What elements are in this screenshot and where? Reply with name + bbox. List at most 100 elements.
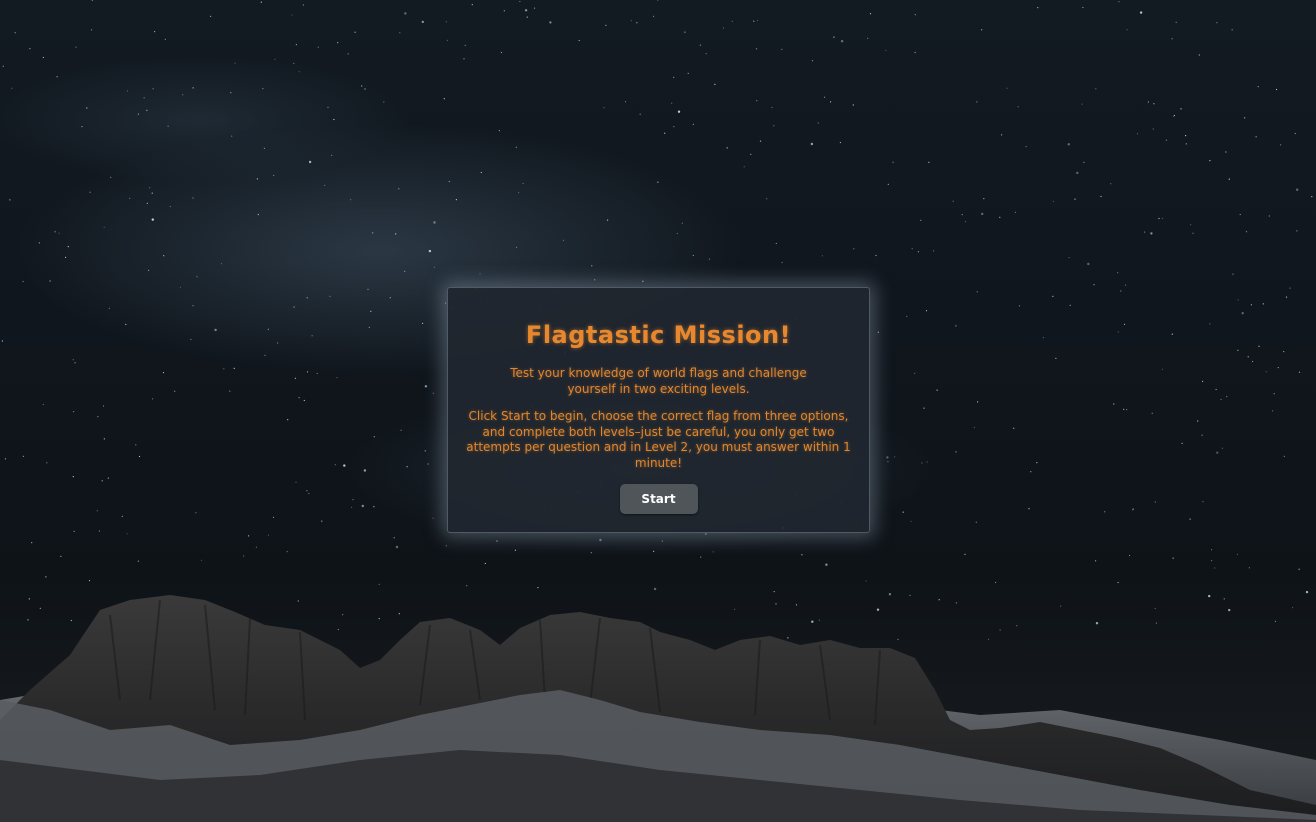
star — [337, 42, 339, 44]
star — [350, 199, 352, 201]
star — [137, 113, 139, 115]
star — [1076, 171, 1079, 175]
star — [126, 90, 129, 92]
star — [537, 587, 539, 589]
star — [1095, 560, 1097, 562]
star — [910, 520, 912, 523]
star — [372, 232, 374, 234]
star — [514, 549, 517, 551]
star — [938, 599, 940, 601]
star — [811, 60, 814, 62]
star — [31, 542, 33, 544]
star — [321, 520, 323, 522]
star — [54, 231, 56, 233]
star — [1083, 161, 1085, 163]
star — [1245, 231, 1248, 233]
star — [1150, 232, 1153, 235]
star — [479, 273, 481, 275]
star — [1250, 304, 1252, 306]
star — [549, 21, 552, 24]
star — [383, 101, 385, 103]
star — [74, 362, 76, 364]
star — [333, 118, 335, 121]
star — [308, 492, 310, 495]
star — [264, 354, 266, 356]
star — [367, 288, 369, 290]
star — [1228, 178, 1230, 180]
star — [230, 92, 232, 94]
star — [363, 469, 367, 472]
star — [267, 328, 269, 330]
star — [839, 141, 842, 144]
star — [393, 537, 395, 539]
star — [192, 305, 194, 307]
star — [1117, 331, 1119, 333]
star — [865, 580, 867, 582]
star — [750, 153, 752, 155]
star — [909, 594, 911, 596]
star — [102, 405, 105, 407]
star — [917, 251, 920, 253]
star — [378, 583, 380, 586]
star — [421, 20, 424, 24]
star — [977, 401, 979, 403]
star — [404, 270, 406, 272]
star — [1052, 200, 1054, 202]
star — [1082, 6, 1084, 9]
star — [200, 559, 203, 561]
star — [39, 607, 41, 609]
star — [1069, 304, 1071, 306]
star — [590, 552, 592, 554]
star — [1162, 217, 1164, 219]
star — [98, 530, 100, 532]
star — [981, 212, 984, 216]
star — [526, 16, 528, 18]
star — [46, 462, 48, 464]
star — [298, 397, 300, 399]
star — [1030, 471, 1032, 473]
star — [1190, 224, 1192, 226]
star — [1171, 333, 1173, 335]
star — [1018, 305, 1021, 307]
star — [955, 451, 957, 453]
star — [1161, 368, 1163, 370]
star — [1271, 410, 1274, 412]
star — [875, 254, 877, 257]
star — [1209, 323, 1211, 325]
star — [830, 101, 832, 103]
star — [1268, 215, 1270, 217]
star — [897, 638, 899, 641]
star — [653, 550, 655, 553]
star — [42, 56, 45, 59]
star — [1236, 553, 1238, 556]
star — [464, 44, 466, 47]
star — [1211, 549, 1213, 551]
star — [757, 19, 759, 22]
star — [1095, 88, 1097, 90]
star — [294, 377, 296, 379]
star — [306, 297, 308, 299]
star — [138, 455, 141, 458]
star — [823, 96, 826, 98]
star — [1087, 262, 1090, 266]
star — [681, 222, 683, 224]
star — [406, 466, 408, 468]
star — [811, 620, 814, 623]
star — [1228, 608, 1231, 612]
star — [260, 1, 262, 3]
star — [657, 0, 659, 1]
star — [361, 85, 363, 87]
start-button[interactable]: Start — [619, 484, 698, 514]
star — [351, 506, 353, 508]
star — [1132, 508, 1134, 510]
star — [70, 619, 72, 622]
intro-text: Test your knowledge of world flags and c… — [510, 366, 807, 396]
star — [705, 533, 707, 535]
star — [347, 53, 349, 55]
star — [936, 389, 938, 391]
star — [877, 331, 879, 333]
star — [463, 58, 465, 60]
star — [500, 51, 502, 54]
star — [433, 266, 435, 268]
star — [756, 100, 758, 102]
